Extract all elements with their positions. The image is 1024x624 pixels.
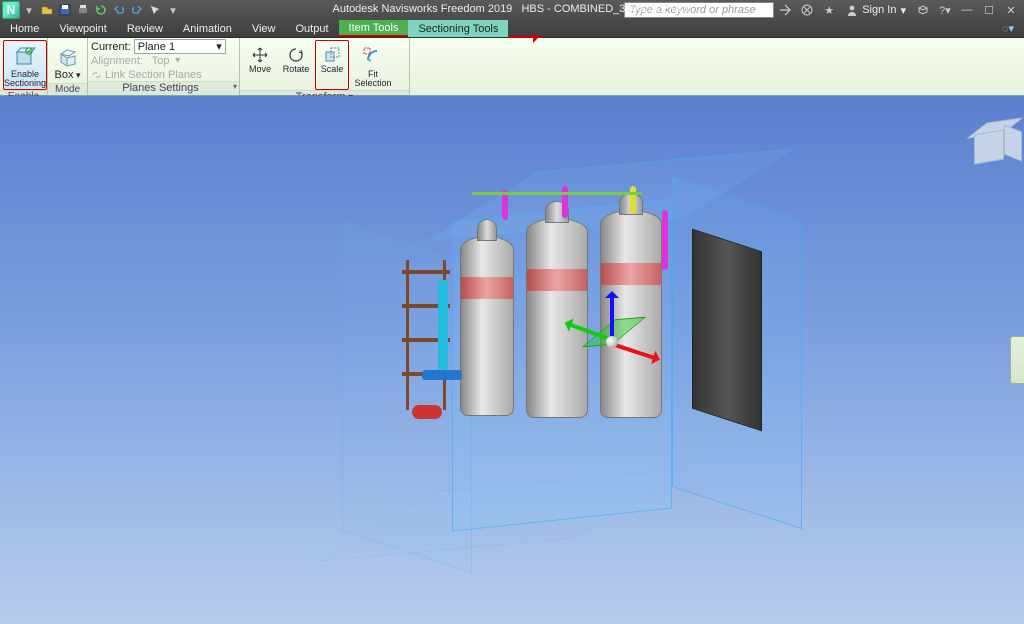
help-icon[interactable]: ?▾ — [934, 1, 956, 19]
panel-label-mode: Mode — [48, 83, 87, 95]
ribbon-tab-strip: Home Viewpoint Review Animation View Out… — [0, 20, 1024, 38]
fit-selection-icon — [361, 45, 385, 69]
tab-output[interactable]: Output — [286, 20, 339, 37]
tab-review[interactable]: Review — [117, 20, 173, 37]
alignment-row: Alignment: Top ▾ — [91, 54, 236, 67]
app-logo[interactable]: N — [2, 1, 20, 19]
ribbon-help-icon[interactable]: ◌▾ — [992, 20, 1024, 37]
gizmo-y-axis[interactable] — [611, 342, 658, 361]
maximize-icon[interactable]: ☐ — [978, 1, 1000, 19]
undo-icon[interactable] — [110, 1, 128, 19]
refresh-icon[interactable] — [92, 1, 110, 19]
tab-viewpoint[interactable]: Viewpoint — [49, 20, 117, 37]
view-cube[interactable] — [964, 114, 1018, 168]
box-mode-button[interactable]: Box ▾ — [51, 40, 84, 83]
tab-animation[interactable]: Animation — [173, 20, 242, 37]
qat-new-icon[interactable]: ▾ — [20, 1, 38, 19]
gizmo-origin[interactable] — [606, 336, 618, 348]
box-icon — [56, 45, 80, 69]
sectioning-icon — [13, 45, 37, 69]
gizmo-z-axis[interactable] — [610, 294, 614, 342]
move-button[interactable]: Move — [243, 40, 277, 90]
tab-item-tools[interactable]: Item Tools — [339, 20, 409, 37]
link-section-planes-button: Link Section Planes — [91, 68, 236, 81]
infocenter-icon[interactable] — [796, 1, 818, 19]
redo-icon[interactable] — [128, 1, 146, 19]
open-icon[interactable] — [38, 1, 56, 19]
print-icon[interactable] — [74, 1, 92, 19]
search-input[interactable]: Type a keyword or phrase — [624, 2, 774, 18]
current-plane-dropdown[interactable]: Plane 1▾ — [134, 39, 226, 54]
link-icon — [91, 69, 102, 80]
save-icon[interactable] — [56, 1, 74, 19]
panel-label-planes: Planes Settings▾ — [88, 81, 239, 95]
docked-panel-handle[interactable] — [1010, 336, 1024, 384]
quick-access-toolbar: N ▾ ▾ Autodesk Navisworks Freedom 2019 H… — [0, 0, 1024, 20]
user-icon — [846, 4, 858, 16]
search-icon[interactable] — [774, 1, 796, 19]
exchange-icon[interactable] — [912, 1, 934, 19]
fit-selection-button[interactable]: Fit Selection — [351, 40, 395, 90]
tab-sectioning-tools[interactable]: Sectioning Tools — [408, 20, 508, 37]
current-plane-row: Current: Plane 1▾ — [91, 40, 236, 53]
favorites-icon[interactable]: ★ — [818, 1, 840, 19]
tab-view[interactable]: View — [242, 20, 286, 37]
move-icon — [250, 45, 270, 65]
scale-button[interactable]: Scale — [315, 40, 349, 90]
rotate-icon — [286, 45, 306, 65]
3d-viewport[interactable] — [0, 96, 1024, 624]
qat-dropdown-icon[interactable]: ▾ — [164, 1, 182, 19]
transform-gizmo[interactable] — [562, 292, 662, 392]
scale-icon — [322, 45, 342, 65]
enable-sectioning-button[interactable]: Enable Sectioning — [3, 40, 47, 90]
scene — [192, 120, 832, 600]
tab-home[interactable]: Home — [0, 20, 49, 37]
close-icon[interactable]: ✕ — [1000, 1, 1022, 19]
sign-in-button[interactable]: Sign In ▾ — [846, 4, 906, 17]
minimize-icon[interactable]: ― — [956, 1, 978, 19]
select-icon[interactable] — [146, 1, 164, 19]
rotate-button[interactable]: Rotate — [279, 40, 313, 90]
